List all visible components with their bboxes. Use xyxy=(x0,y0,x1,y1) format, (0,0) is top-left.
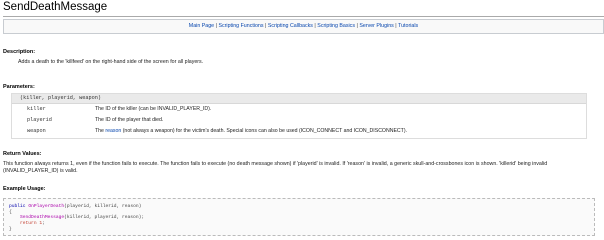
title-divider xyxy=(3,16,604,17)
desc-text: (not always a weapon) for the victim's d… xyxy=(121,128,408,134)
example-heading: Example Usage: xyxy=(3,186,46,192)
code-keyword: public xyxy=(9,204,26,209)
parameter-description: The ID of the player that died. xyxy=(95,117,164,123)
reason-link[interactable]: reason xyxy=(105,128,121,134)
nav-link-server-plugins[interactable]: Server Plugins xyxy=(359,23,393,29)
code-function-name: SendDeathMessage xyxy=(20,215,65,221)
nav-separator: | xyxy=(215,23,217,29)
nav-separator: | xyxy=(314,23,316,29)
parameter-description: The reason (not always a weapon) for the… xyxy=(95,126,407,137)
return-values-heading: Return Values: xyxy=(3,151,42,157)
nav-separator: | xyxy=(265,23,267,29)
code-text: (playerid, killerid, reason) xyxy=(64,204,142,209)
parameters-signature: (killer, playerid, weapon) xyxy=(12,94,586,104)
parameter-name: killer xyxy=(27,106,46,112)
parameter-name: weapon xyxy=(27,128,46,134)
code-keyword: return xyxy=(20,221,37,227)
code-block: public OnPlayerDeath(playerid, killerid,… xyxy=(3,198,595,236)
nav-link-scripting-basics[interactable]: Scripting Basics xyxy=(317,23,355,29)
code-text: } xyxy=(9,226,12,232)
code-function-name: OnPlayerDeath xyxy=(28,204,65,209)
parameter-description: The ID of the killer (can be INVALID_PLA… xyxy=(95,106,212,112)
nav-separator: | xyxy=(356,23,358,29)
description-text: Adds a death to the 'killfeed' on the ri… xyxy=(18,59,204,65)
parameter-row: killer The ID of the killer (can be INVA… xyxy=(12,104,586,115)
page-title: SendDeathMessage xyxy=(3,1,108,13)
nav-link-main-page[interactable]: Main Page xyxy=(189,23,214,29)
return-values-text: This function always returns 1, even if … xyxy=(3,161,548,167)
description-heading: Description: xyxy=(3,49,36,55)
nav-separator: | xyxy=(395,23,397,29)
parameter-row: weapon The reason (not always a weapon) … xyxy=(12,126,586,137)
code-text: (killerid, playerid, reason); xyxy=(64,215,145,221)
parameters-table: (killer, playerid, weapon) killer The ID… xyxy=(11,93,587,139)
code-text: { xyxy=(9,209,12,215)
navigation-bar: Main Page | Scripting Functions | Script… xyxy=(3,19,604,34)
return-values-text-cont: (INVALID_PLAYER_ID) is valid. xyxy=(3,168,78,174)
code-text: ; xyxy=(42,221,45,227)
parameter-row: playerid The ID of the player that died. xyxy=(12,115,586,126)
parameters-heading: Parameters: xyxy=(3,84,35,90)
nav-link-scripting-callbacks[interactable]: Scripting Callbacks xyxy=(268,23,313,29)
parameter-name: playerid xyxy=(27,117,52,123)
nav-link-scripting-functions[interactable]: Scripting Functions xyxy=(218,23,263,29)
nav-link-tutorials[interactable]: Tutorials xyxy=(398,23,418,29)
desc-text: The xyxy=(95,128,106,134)
